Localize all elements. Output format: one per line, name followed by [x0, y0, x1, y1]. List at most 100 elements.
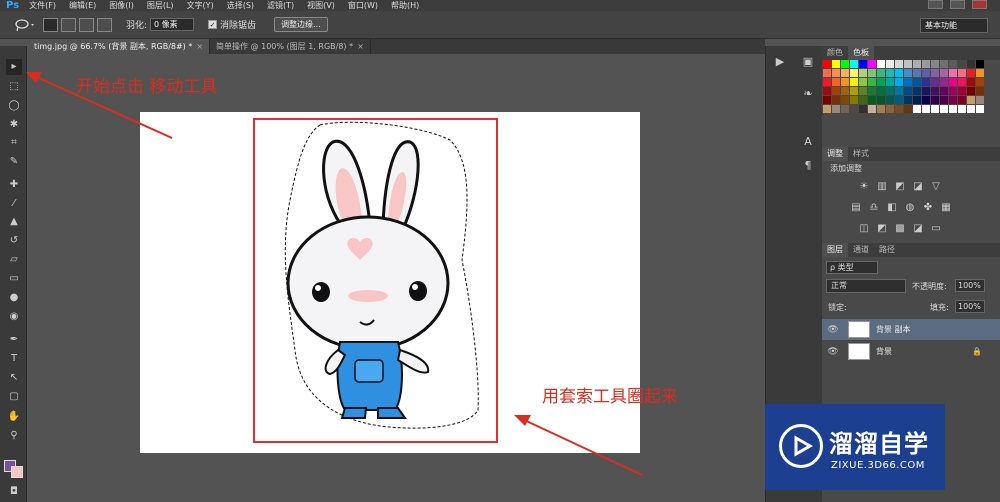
color-swatch[interactable] — [832, 105, 840, 113]
color-swatch[interactable] — [886, 60, 894, 68]
color-swatch[interactable] — [841, 87, 849, 95]
black-white-icon[interactable]: ◧ — [886, 202, 898, 213]
color-swatch[interactable] — [841, 69, 849, 77]
tab-swatches[interactable]: 色板 — [848, 46, 874, 60]
color-swatch[interactable] — [904, 105, 912, 113]
color-swatch[interactable] — [913, 96, 921, 104]
color-swatch[interactable] — [931, 69, 939, 77]
color-swatch[interactable] — [868, 87, 876, 95]
color-swatch[interactable] — [931, 96, 939, 104]
swatches-grid[interactable] — [823, 60, 984, 113]
color-swatch[interactable] — [967, 96, 975, 104]
color-swatch[interactable] — [868, 96, 876, 104]
color-swatch[interactable] — [832, 60, 840, 68]
visibility-eye-icon[interactable]: 👁 — [826, 325, 840, 335]
color-swatch[interactable] — [958, 105, 966, 113]
color-swatch[interactable] — [922, 105, 930, 113]
gradient-map-icon[interactable]: ▭ — [930, 223, 942, 234]
color-swatch[interactable] — [976, 69, 984, 77]
color-swatch[interactable] — [895, 96, 903, 104]
tab-paths[interactable]: 路径 — [874, 243, 900, 257]
color-swatch[interactable] — [895, 87, 903, 95]
color-swatch[interactable] — [913, 105, 921, 113]
photo-filter-icon[interactable]: ◍ — [904, 202, 916, 213]
color-swatch[interactable] — [913, 87, 921, 95]
threshold-icon[interactable]: ▩ — [894, 223, 906, 234]
color-swatch[interactable] — [940, 96, 948, 104]
hue-saturation-icon[interactable]: ▤ — [850, 202, 862, 213]
color-swatch[interactable] — [850, 69, 858, 77]
color-swatch[interactable] — [958, 96, 966, 104]
tab-color[interactable]: 颜色 — [822, 46, 848, 60]
color-swatch[interactable] — [967, 60, 975, 68]
color-swatch[interactable] — [940, 60, 948, 68]
color-swatch[interactable] — [877, 105, 885, 113]
color-swatch[interactable] — [976, 60, 984, 68]
color-swatch[interactable] — [832, 87, 840, 95]
color-swatch[interactable] — [931, 78, 939, 86]
posterize-icon[interactable]: ◩ — [876, 223, 888, 234]
color-swatch[interactable] — [823, 69, 831, 77]
vibrance-icon[interactable]: ▽ — [930, 181, 942, 192]
invert-icon[interactable]: ◫ — [858, 223, 870, 234]
color-swatch[interactable] — [859, 105, 867, 113]
color-swatch[interactable] — [841, 105, 849, 113]
color-swatch[interactable] — [940, 78, 948, 86]
color-swatch[interactable] — [958, 69, 966, 77]
color-swatch[interactable] — [904, 60, 912, 68]
color-swatch[interactable] — [949, 105, 957, 113]
color-swatch[interactable] — [940, 105, 948, 113]
color-swatch[interactable] — [895, 78, 903, 86]
color-swatch[interactable] — [931, 60, 939, 68]
color-swatch[interactable] — [868, 78, 876, 86]
color-swatch[interactable] — [850, 96, 858, 104]
color-swatch[interactable] — [823, 96, 831, 104]
color-swatch[interactable] — [895, 105, 903, 113]
color-swatch[interactable] — [877, 96, 885, 104]
fill-input[interactable]: 100% — [955, 300, 985, 313]
color-swatch[interactable] — [922, 78, 930, 86]
color-swatch[interactable] — [877, 87, 885, 95]
color-swatch[interactable] — [841, 60, 849, 68]
color-swatch[interactable] — [967, 87, 975, 95]
color-swatch[interactable] — [949, 69, 957, 77]
color-swatch[interactable] — [832, 96, 840, 104]
color-swatch[interactable] — [913, 78, 921, 86]
color-lookup-icon[interactable]: ▦ — [940, 202, 952, 213]
color-swatch[interactable] — [967, 69, 975, 77]
color-swatch[interactable] — [940, 69, 948, 77]
color-swatch[interactable] — [949, 78, 957, 86]
color-swatch[interactable] — [877, 78, 885, 86]
color-swatch[interactable] — [877, 69, 885, 77]
color-swatch[interactable] — [949, 60, 957, 68]
color-swatch[interactable] — [850, 87, 858, 95]
layer-filter-select[interactable]: ρ 类型 — [826, 261, 878, 274]
color-swatch[interactable] — [976, 96, 984, 104]
curves-icon[interactable]: ◩ — [894, 181, 906, 192]
levels-icon[interactable]: ▥ — [876, 181, 888, 192]
brightness-icon[interactable]: ☀ — [858, 181, 870, 192]
color-swatch[interactable] — [949, 87, 957, 95]
color-swatch[interactable] — [886, 105, 894, 113]
color-swatch[interactable] — [823, 105, 831, 113]
color-swatch[interactable] — [886, 78, 894, 86]
history-panel-icon[interactable]: ▶ — [771, 54, 789, 70]
color-swatch[interactable] — [922, 60, 930, 68]
color-swatch[interactable] — [868, 69, 876, 77]
color-swatch[interactable] — [904, 87, 912, 95]
color-swatch[interactable] — [922, 87, 930, 95]
color-swatch[interactable] — [859, 78, 867, 86]
color-swatch[interactable] — [868, 60, 876, 68]
opacity-input[interactable]: 100% — [955, 279, 985, 292]
exposure-icon[interactable]: ◪ — [912, 181, 924, 192]
color-swatch[interactable] — [886, 69, 894, 77]
color-swatch[interactable] — [958, 78, 966, 86]
color-swatch[interactable] — [958, 60, 966, 68]
tab-adjustments[interactable]: 调整 — [822, 147, 848, 161]
color-swatch[interactable] — [823, 60, 831, 68]
blend-mode-select[interactable]: 正常 — [826, 279, 906, 293]
color-swatch[interactable] — [859, 87, 867, 95]
color-swatch[interactable] — [967, 105, 975, 113]
color-swatch[interactable] — [958, 87, 966, 95]
layer-row[interactable]: 👁 背景 🔒 — [822, 341, 1000, 362]
